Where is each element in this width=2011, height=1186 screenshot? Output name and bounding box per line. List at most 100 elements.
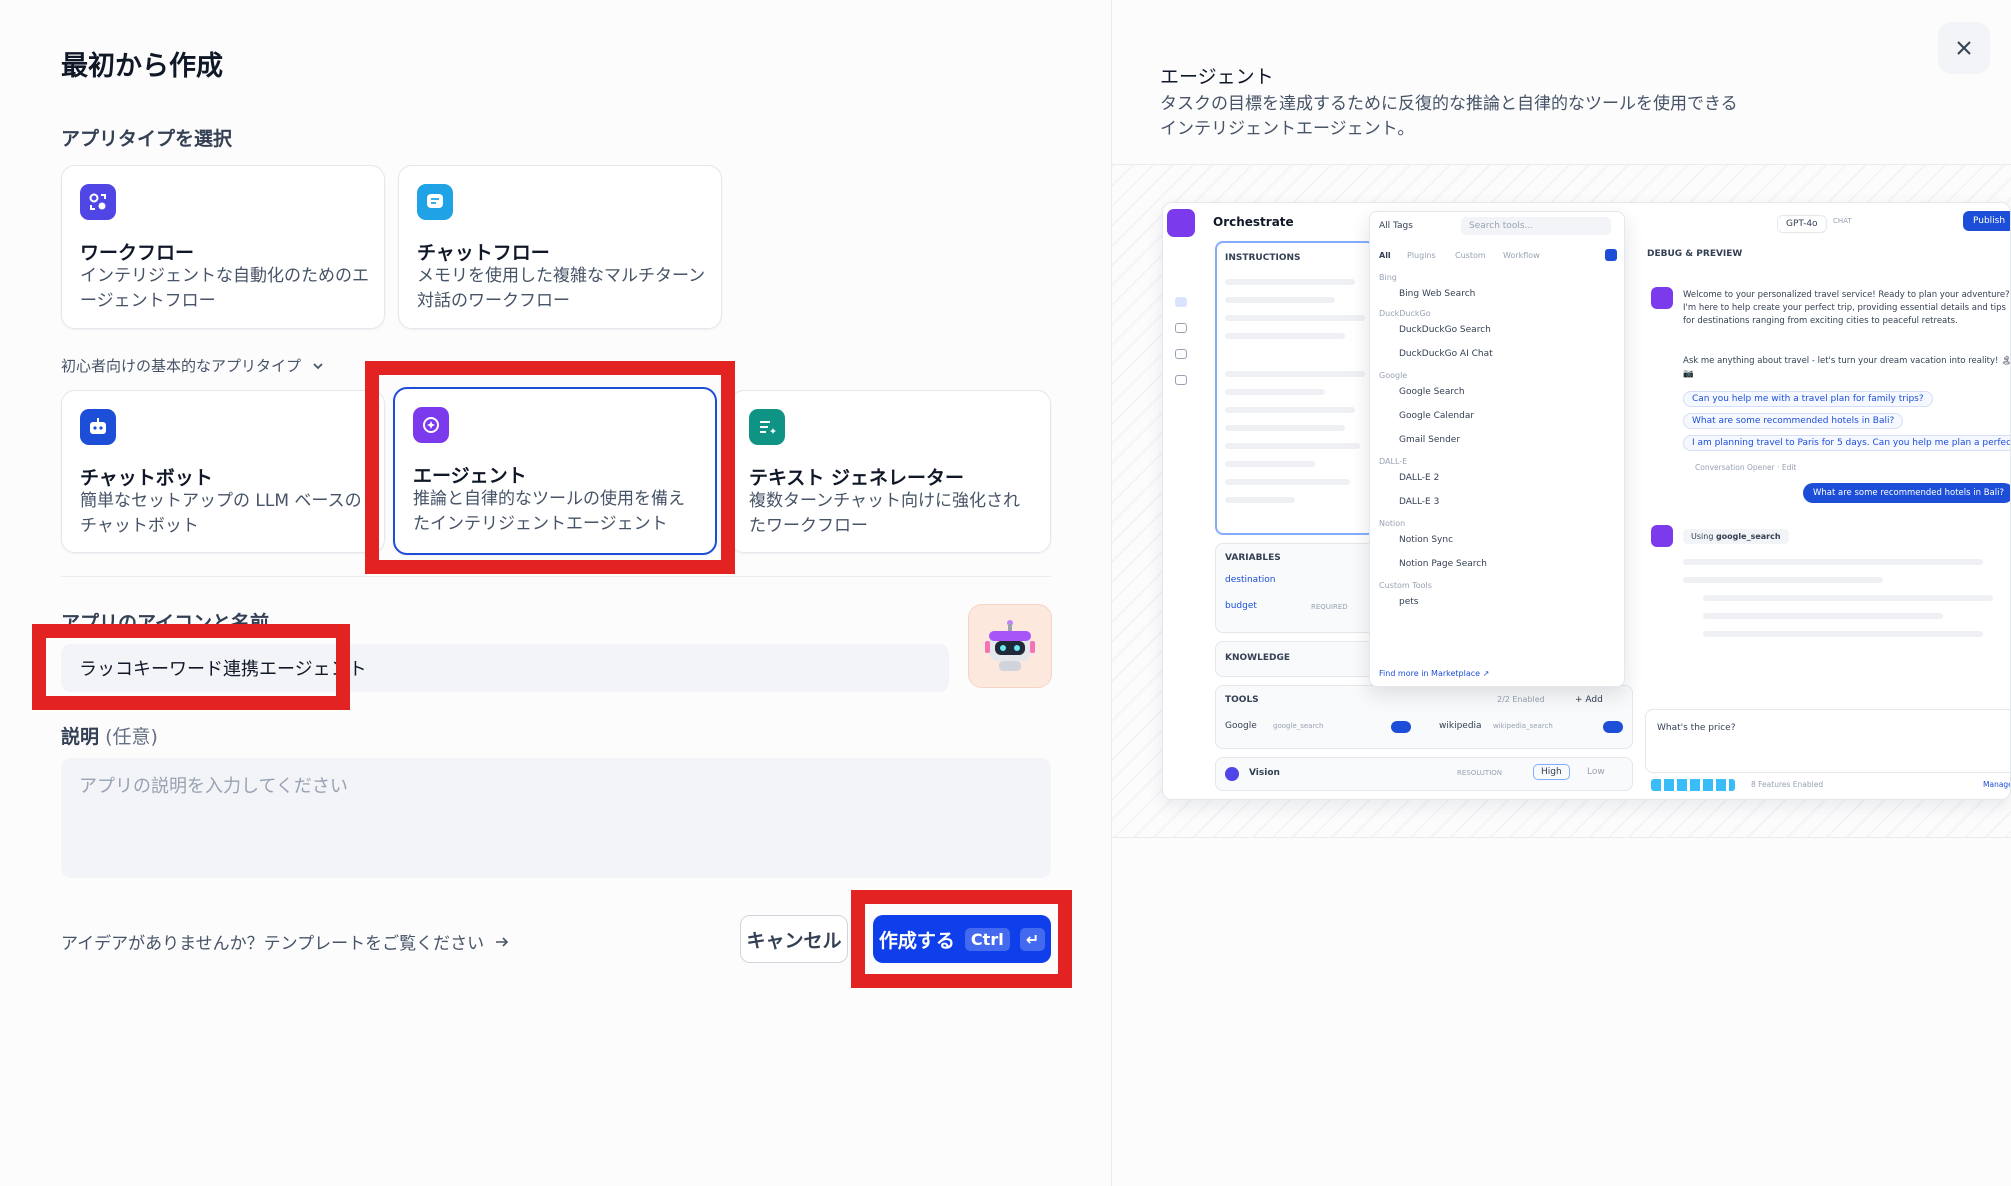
- tab-all: All: [1379, 251, 1391, 260]
- text-line: [1225, 497, 1295, 503]
- bot-avatar: [1651, 525, 1673, 547]
- group-duckduckgo: DuckDuckGo: [1379, 309, 1431, 318]
- text-line: [1225, 425, 1345, 431]
- text-line: [1225, 333, 1345, 339]
- text-line: [1225, 315, 1365, 321]
- chat-input-box: [1645, 709, 2010, 773]
- group-custom-tools: Custom Tools: [1379, 581, 1432, 590]
- tool-item: DALL-E 3: [1399, 497, 1440, 507]
- workflow-icon: [80, 184, 116, 220]
- card-desc: メモリを使用した複雑なマルチターン対話のワークフロー: [417, 266, 706, 311]
- chat-input-text: What's the price?: [1657, 723, 1736, 733]
- using-label: Using: [1691, 532, 1714, 541]
- description-label-text: 説明: [61, 726, 100, 748]
- tool-using-chip: Using google_search: [1683, 529, 1789, 544]
- highlight-app-name: [32, 624, 350, 710]
- template-link-text: アイデアがありませんか？テンプレートをご覧ください: [61, 934, 485, 954]
- card-name: チャットボット: [80, 467, 213, 489]
- card-chatflow[interactable]: チャットフロー メモリを使用した複雑なマルチターン対話のワークフロー: [398, 165, 722, 329]
- description-label: 説明 (任意): [61, 722, 158, 749]
- card-name: テキスト ジェネレーター: [749, 467, 965, 489]
- tool-wikipedia-id: wikipedia_search: [1493, 722, 1553, 730]
- group-google: Google: [1379, 371, 1408, 380]
- using-tool-name: google_search: [1715, 532, 1781, 541]
- preview-description: タスクの目標を達成するために反復的な推論と自律的なツールを使用できるインテリジェ…: [1160, 94, 1738, 139]
- search-tools-input: Search tools...: [1461, 217, 1611, 235]
- tool-item: DuckDuckGo AI Chat: [1399, 349, 1493, 359]
- card-name: チャットフロー: [417, 242, 550, 264]
- group-notion: Notion: [1379, 519, 1406, 528]
- instructions-box: [1215, 241, 1375, 535]
- chatbot-icon: [80, 409, 116, 445]
- card-workflow[interactable]: ワークフロー インテリジェントな自動化のためのエージェントフロー: [61, 165, 385, 329]
- text-line: [1225, 371, 1365, 377]
- tool-google: Google: [1225, 721, 1257, 731]
- tool-picker-dropdown: [1369, 211, 1625, 687]
- tool-wikipedia-toggle: [1603, 721, 1623, 733]
- highlight-agent-card: [365, 361, 735, 574]
- card-chatbot[interactable]: チャットボット 簡単なセットアップの LLM ベースのチャットボット: [61, 390, 385, 553]
- tools-label: TOOLS: [1225, 695, 1259, 705]
- mock-app-name: Orchestrate: [1213, 215, 1294, 229]
- rail-monitor-icon: [1175, 375, 1187, 385]
- arrow-right-icon: [496, 936, 509, 947]
- tool-item: Google Search: [1399, 387, 1465, 397]
- marketplace-link: Find more in Marketplace ↗: [1379, 669, 1490, 678]
- rail-logs-icon: [1175, 323, 1187, 333]
- close-icon: [1957, 41, 1971, 55]
- card-text-generator[interactable]: テキスト ジェネレーター 複数ターンチャット向けに強化されたワークフロー: [730, 390, 1051, 553]
- text-line: [1703, 631, 1983, 637]
- rail-orchestrate-icon: [1175, 297, 1187, 307]
- publish-button: Publish: [1963, 211, 2010, 231]
- app-icon-picker[interactable]: [968, 604, 1052, 688]
- agent-preview-image: Orchestrate INSTRUCTIONS VARIABLES desti…: [1162, 202, 2011, 800]
- tool-item: Google Calendar: [1399, 411, 1475, 421]
- tool-item: Notion Page Search: [1399, 559, 1487, 569]
- tool-item: Bing Web Search: [1399, 289, 1476, 299]
- tool-item: DuckDuckGo Search: [1399, 325, 1491, 335]
- tools-enabled-count: 2/2 Enabled: [1497, 695, 1545, 704]
- suggestion-2: What are some recommended hotels in Bali…: [1683, 413, 1904, 429]
- dialog-title: 最初から作成: [61, 51, 223, 82]
- suggestion-3: I am planning travel to Paris for 5 days…: [1683, 435, 2010, 451]
- tool-item: Gmail Sender: [1399, 435, 1461, 445]
- chatflow-icon: [417, 184, 453, 220]
- tab-plugins: Plugins: [1407, 251, 1436, 260]
- vision-label: Vision: [1249, 768, 1280, 778]
- text-line: [1225, 443, 1360, 449]
- chevron-down-icon: [313, 362, 323, 369]
- text-line: [1225, 297, 1335, 303]
- resolution-label: RESOLUTION: [1457, 769, 1503, 777]
- required-badge: REQUIRED: [1311, 603, 1348, 611]
- debug-preview-label: DEBUG & PREVIEW: [1647, 249, 1743, 259]
- robot-avatar-icon: [985, 620, 1035, 671]
- card-desc: インテリジェントな自動化のためのエージェントフロー: [80, 266, 369, 311]
- rail-annotation-icon: [1175, 349, 1187, 359]
- tools-box: [1215, 685, 1633, 749]
- model-selector: GPT-4o: [1777, 215, 1827, 233]
- welcome-message: Welcome to your personalized travel serv…: [1683, 290, 2010, 326]
- suggestion-1: Can you help me with a travel plan for f…: [1683, 391, 1933, 407]
- close-button[interactable]: [1938, 22, 1990, 74]
- text-line: [1225, 407, 1355, 413]
- var-budget: budget: [1225, 601, 1257, 611]
- conversation-opener: Conversation Opener · Edit: [1695, 463, 1797, 472]
- instructions-label: INSTRUCTIONS: [1225, 253, 1301, 263]
- text-line: [1225, 279, 1355, 285]
- model-badge: CHAT: [1833, 217, 1852, 225]
- all-tags-filter: All Tags: [1379, 221, 1413, 231]
- app-icon: [1167, 209, 1195, 237]
- tool-google-id: google_search: [1273, 722, 1324, 730]
- add-tool-icon: [1605, 249, 1617, 261]
- basic-app-types-toggle[interactable]: 初心者向けの基本的なアプリタイプ: [61, 355, 325, 376]
- text-line: [1703, 595, 1993, 601]
- description-textarea[interactable]: [61, 758, 1051, 878]
- text-generator-icon: [749, 409, 785, 445]
- template-link[interactable]: アイデアがありませんか？テンプレートをご覧ください: [61, 929, 510, 954]
- manage-link: Manage: [1983, 780, 2011, 789]
- group-bing: Bing: [1379, 273, 1397, 282]
- card-desc: 簡単なセットアップの LLM ベースのチャットボット: [80, 491, 362, 536]
- basic-toggle-label: 初心者向けの基本的なアプリタイプ: [61, 357, 302, 375]
- tool-wikipedia: wikipedia: [1439, 721, 1482, 731]
- cancel-button[interactable]: キャンセル: [740, 915, 848, 963]
